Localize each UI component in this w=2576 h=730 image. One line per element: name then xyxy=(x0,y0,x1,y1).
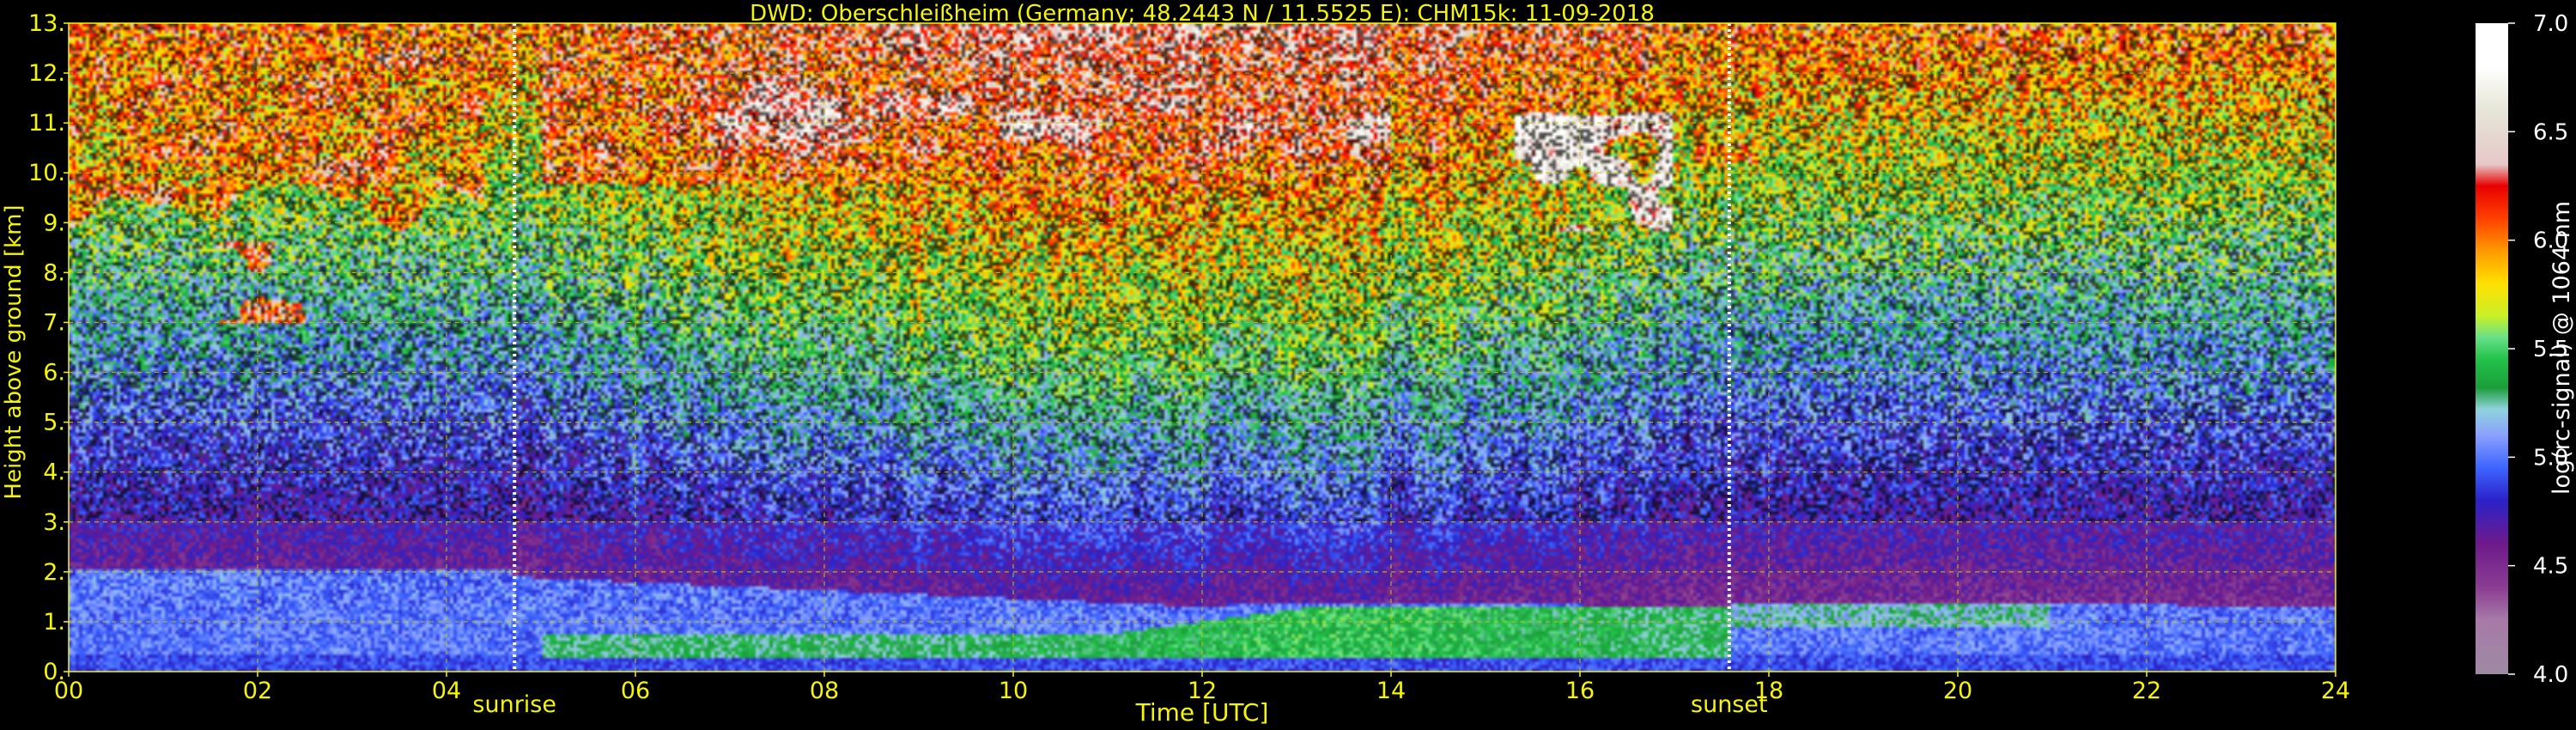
y-tick-label: 9. xyxy=(43,210,65,236)
y-tick-label: 4. xyxy=(43,459,65,486)
y-tick-label: 5. xyxy=(43,410,65,436)
y-tick-label: 7. xyxy=(43,309,65,336)
y-axis-label: Height above ground [km] xyxy=(1,204,27,499)
x-tick-label: 14 xyxy=(1376,678,1406,704)
y-tick-label: 8. xyxy=(43,259,65,286)
y-tick-label: 1. xyxy=(43,609,65,636)
colorbar-tick-label: 4.5 xyxy=(2533,554,2568,580)
x-tick-label: 16 xyxy=(1565,678,1595,704)
colorbar: 4.04.55.05.56.06.57.0 log(rc-signal) @ 1… xyxy=(2476,11,2575,688)
y-tick-label: 0. xyxy=(43,659,65,685)
x-tick-label: 08 xyxy=(810,678,839,704)
colorbar-tick-label: 4.0 xyxy=(2533,662,2568,688)
colorbar-label: log(rc-signal) @ 1064 nm xyxy=(2549,201,2575,495)
x-tick-label: 02 xyxy=(243,678,272,704)
x-tick-label: 06 xyxy=(621,678,650,704)
sun-annotation-label: sunrise xyxy=(472,691,556,718)
colorbar-tick-label: 7.0 xyxy=(2533,11,2568,37)
y-tick-label: 2. xyxy=(43,559,65,586)
x-tick-label: 24 xyxy=(2321,678,2350,704)
x-tick-label: 22 xyxy=(2132,678,2161,704)
x-tick-label: 04 xyxy=(432,678,461,704)
colorbar-gradient xyxy=(2476,23,2508,674)
y-tick-label: 11. xyxy=(28,110,65,137)
colorbar-tick-label: 6.5 xyxy=(2533,119,2568,145)
sun-annotation-label: sunset xyxy=(1691,691,1768,718)
x-tick-label: 10 xyxy=(999,678,1028,704)
x-tick-label: 20 xyxy=(1943,678,1972,704)
y-axis-ticks: 0. 1. 2. 3. 4. 5. 6. 7. 8. 9. 10. 11. 12. 13. xyxy=(28,10,69,685)
y-tick-label: 6. xyxy=(43,360,65,386)
plot-area xyxy=(68,22,2336,672)
y-tick-label: 12. xyxy=(28,60,65,87)
lidar-backscatter-chart: DWD: Oberschleißheim (Germany; 48.2443 N… xyxy=(1,1,2575,727)
y-tick-label: 10. xyxy=(28,160,65,186)
y-tick-label: 3. xyxy=(43,509,65,536)
x-axis-label: Time [UTC] xyxy=(1135,698,1269,727)
y-tick-label: 13. xyxy=(28,10,65,37)
